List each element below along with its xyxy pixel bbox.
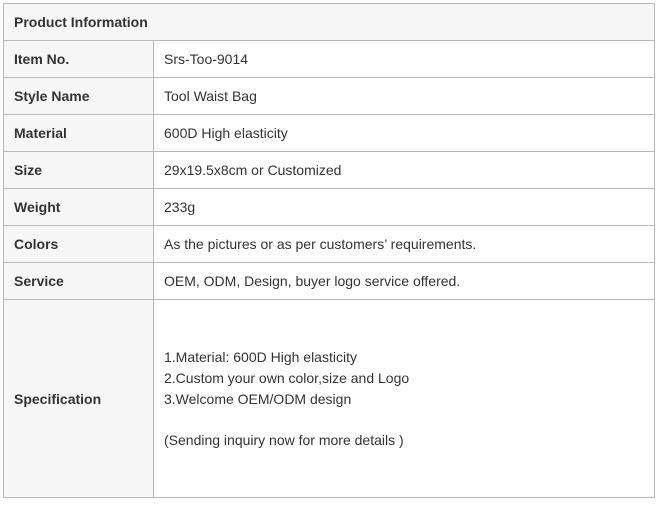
- row-label: Colors: [3, 225, 154, 263]
- inquiry-note: (Sending inquiry now for more details ): [164, 431, 404, 448]
- specification-line: 1.Material: 600D High elasticity: [164, 348, 357, 365]
- row-label: Weight: [3, 188, 154, 226]
- table-row: Item No. Srs-Too-9014: [3, 40, 655, 78]
- row-label: Style Name: [3, 77, 154, 115]
- specification-value: 1.Material: 600D High elasticity 2.Custo…: [153, 299, 655, 498]
- table-row: Colors As the pictures or as per custome…: [3, 225, 655, 263]
- row-value: Srs-Too-9014: [153, 40, 655, 78]
- specification-row: Specification 1.Material: 600D High elas…: [3, 299, 655, 498]
- table-row: Material 600D High elasticity: [3, 114, 655, 152]
- specification-line: 3.Welcome OEM/ODM design: [164, 390, 352, 407]
- table-row: Size 29x19.5x8cm or Customized: [3, 151, 655, 189]
- row-label: Item No.: [3, 40, 154, 78]
- header-row: Product Information: [3, 3, 655, 41]
- row-value: As the pictures or as per customers’ req…: [153, 225, 655, 263]
- specification-line: 2.Custom your own color,size and Logo: [164, 369, 410, 386]
- row-label: Service: [3, 262, 154, 300]
- specification-label: Specification: [3, 299, 154, 498]
- row-value: OEM, ODM, Design, buyer logo service off…: [153, 262, 655, 300]
- product-info-table: Product Information Item No. Srs-Too-901…: [3, 3, 655, 498]
- row-value: Tool Waist Bag: [153, 77, 655, 115]
- table-row: Service OEM, ODM, Design, buyer logo ser…: [3, 262, 655, 300]
- row-label: Material: [3, 114, 154, 152]
- row-value: 29x19.5x8cm or Customized: [153, 151, 655, 189]
- row-value: 600D High elasticity: [153, 114, 655, 152]
- table-row: Weight 233g: [3, 188, 655, 226]
- row-label: Size: [3, 151, 154, 189]
- specification-list: 1.Material: 600D High elasticity 2.Custo…: [164, 347, 654, 410]
- row-value: 233g: [153, 188, 655, 226]
- table-header: Product Information: [3, 3, 655, 41]
- table-row: Style Name Tool Waist Bag: [3, 77, 655, 115]
